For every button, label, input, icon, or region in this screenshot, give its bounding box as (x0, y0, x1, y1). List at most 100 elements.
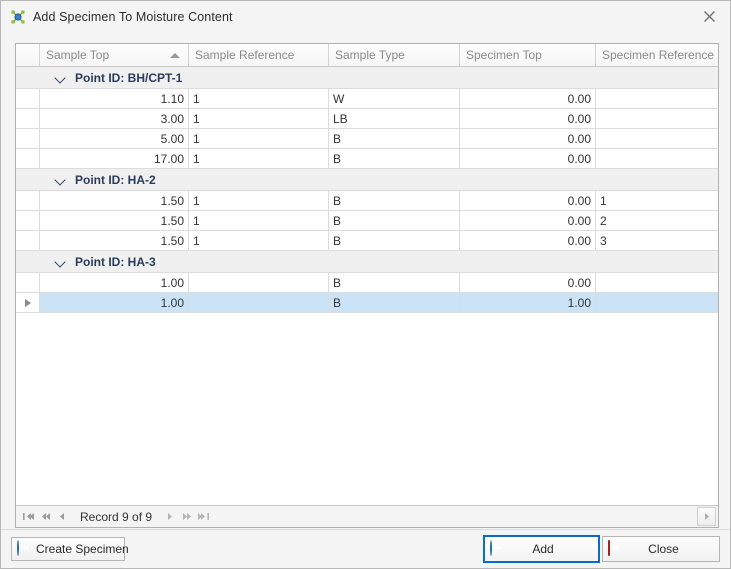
cell-specimen-top[interactable]: 0.00 (460, 129, 596, 148)
add-button[interactable]: Add (483, 535, 600, 563)
grid-group-header[interactable]: Point ID: HA-3 (16, 251, 718, 273)
row-indicator-cell (16, 293, 40, 312)
cell-sample-type[interactable]: B (329, 211, 460, 230)
dialog-window: Add Specimen To Moisture Content Sample … (0, 0, 731, 569)
dialog-button-bar: Create Specimen Add Close (1, 529, 730, 568)
table-row[interactable]: 5.00 1 B 0.00 (16, 129, 718, 149)
cell-sample-type[interactable]: B (329, 129, 460, 148)
cell-sample-reference[interactable] (189, 293, 329, 312)
cell-sample-top[interactable]: 5.00 (40, 129, 189, 148)
cell-sample-top[interactable]: 1.00 (40, 273, 189, 292)
grid-group-header[interactable]: Point ID: BH/CPT-1 (16, 67, 718, 89)
plus-circle-icon (17, 540, 33, 557)
column-header-sample-type[interactable]: Sample Type (329, 44, 460, 66)
grid-header-row: Sample Top Sample Reference Sample Type … (16, 44, 718, 67)
create-specimen-label: Create Specimen (36, 542, 129, 556)
cell-sample-top[interactable]: 1.50 (40, 231, 189, 250)
cell-specimen-top[interactable]: 0.00 (460, 191, 596, 210)
cell-sample-top[interactable]: 1.50 (40, 191, 189, 210)
column-header-specimen-top[interactable]: Specimen Top (460, 44, 596, 66)
cell-sample-top[interactable]: 3.00 (40, 109, 189, 128)
table-row[interactable]: 1.50 1 B 0.00 1 (16, 191, 718, 211)
close-icon[interactable] (687, 1, 730, 32)
cell-sample-type[interactable]: B (329, 191, 460, 210)
previous-page-button[interactable] (37, 508, 54, 526)
row-indicator-cell (16, 89, 40, 108)
last-record-button[interactable] (195, 508, 212, 526)
cell-sample-type[interactable]: LB (329, 109, 460, 128)
cell-sample-top[interactable]: 17.00 (40, 149, 189, 168)
chevron-down-icon[interactable] (54, 255, 67, 268)
cell-sample-reference[interactable] (189, 273, 329, 292)
column-header-sample-top[interactable]: Sample Top (40, 44, 189, 66)
chevron-down-icon[interactable] (54, 71, 67, 84)
table-row[interactable]: 1.50 1 B 0.00 2 (16, 211, 718, 231)
cell-specimen-reference[interactable] (596, 129, 718, 148)
first-record-button[interactable] (20, 508, 37, 526)
cell-sample-reference[interactable]: 1 (189, 129, 329, 148)
cell-specimen-reference[interactable] (596, 149, 718, 168)
cell-sample-reference[interactable]: 1 (189, 211, 329, 230)
row-indicator-cell (16, 191, 40, 210)
previous-record-button[interactable] (54, 508, 71, 526)
cell-sample-type[interactable]: B (329, 273, 460, 292)
cell-specimen-top[interactable]: 1.00 (460, 293, 596, 312)
cell-sample-reference[interactable]: 1 (189, 149, 329, 168)
row-indicator-cell (16, 211, 40, 230)
add-label: Add (532, 542, 554, 556)
grid-group-header[interactable]: Point ID: HA-2 (16, 169, 718, 191)
cell-specimen-reference[interactable] (596, 89, 718, 108)
table-row[interactable]: 3.00 1 LB 0.00 (16, 109, 718, 129)
close-button[interactable]: Close (602, 536, 720, 562)
column-header-label: Sample Type (335, 48, 405, 62)
cell-specimen-reference[interactable]: 1 (596, 191, 718, 210)
cell-sample-type[interactable]: B (329, 149, 460, 168)
table-row[interactable]: 1.10 1 W 0.00 (16, 89, 718, 109)
column-header-label: Specimen Top (466, 48, 542, 62)
cell-sample-reference[interactable]: 1 (189, 231, 329, 250)
record-position-label: Record 9 of 9 (80, 509, 153, 524)
scroll-right-button[interactable] (697, 507, 716, 526)
cell-specimen-top[interactable]: 0.00 (460, 109, 596, 128)
next-page-button[interactable] (178, 508, 195, 526)
cell-sample-reference[interactable]: 1 (189, 191, 329, 210)
table-row[interactable]: 1.50 1 B 0.00 3 (16, 231, 718, 251)
window-title: Add Specimen To Moisture Content (33, 10, 233, 24)
molecule-icon (10, 9, 26, 25)
cell-sample-top[interactable]: 1.00 (40, 293, 189, 312)
create-specimen-button[interactable]: Create Specimen (11, 537, 129, 561)
cell-sample-type[interactable]: B (329, 231, 460, 250)
grid-navigator: Record 9 of 9 (16, 505, 718, 527)
cell-specimen-reference[interactable] (596, 109, 718, 128)
row-indicator-cell (16, 231, 40, 250)
cell-specimen-top[interactable]: 0.00 (460, 273, 596, 292)
cell-specimen-reference[interactable] (596, 293, 718, 312)
table-row[interactable]: 1.00 B 1.00 (16, 293, 718, 313)
cell-specimen-reference[interactable]: 3 (596, 231, 718, 250)
cell-sample-type[interactable]: B (329, 293, 460, 312)
column-header-specimen-reference[interactable]: Specimen Reference (596, 44, 718, 66)
cell-specimen-top[interactable]: 0.00 (460, 149, 596, 168)
table-row[interactable]: 1.00 B 0.00 (16, 273, 718, 293)
cell-sample-reference[interactable]: 1 (189, 109, 329, 128)
table-row[interactable]: 17.00 1 B 0.00 (16, 149, 718, 169)
cell-specimen-top[interactable]: 0.00 (460, 89, 596, 108)
cell-specimen-top[interactable]: 0.00 (460, 211, 596, 230)
row-indicator-cell (16, 109, 40, 128)
column-header-sample-reference[interactable]: Sample Reference (189, 44, 329, 66)
current-row-marker-icon (24, 298, 31, 307)
chevron-down-icon[interactable] (54, 173, 67, 186)
cell-specimen-reference[interactable] (596, 273, 718, 292)
sort-ascending-icon (170, 53, 180, 58)
cell-specimen-top[interactable]: 0.00 (460, 231, 596, 250)
column-header-label: Specimen Reference (602, 48, 715, 62)
cell-sample-top[interactable]: 1.10 (40, 89, 189, 108)
cell-sample-reference[interactable]: 1 (189, 89, 329, 108)
grid-group-label: Point ID: HA-2 (75, 172, 156, 187)
cell-specimen-reference[interactable]: 2 (596, 211, 718, 230)
row-indicator-cell (16, 129, 40, 148)
grid-indicator-header (16, 44, 40, 66)
cell-sample-top[interactable]: 1.50 (40, 211, 189, 230)
cell-sample-type[interactable]: W (329, 89, 460, 108)
next-record-button[interactable] (161, 508, 178, 526)
